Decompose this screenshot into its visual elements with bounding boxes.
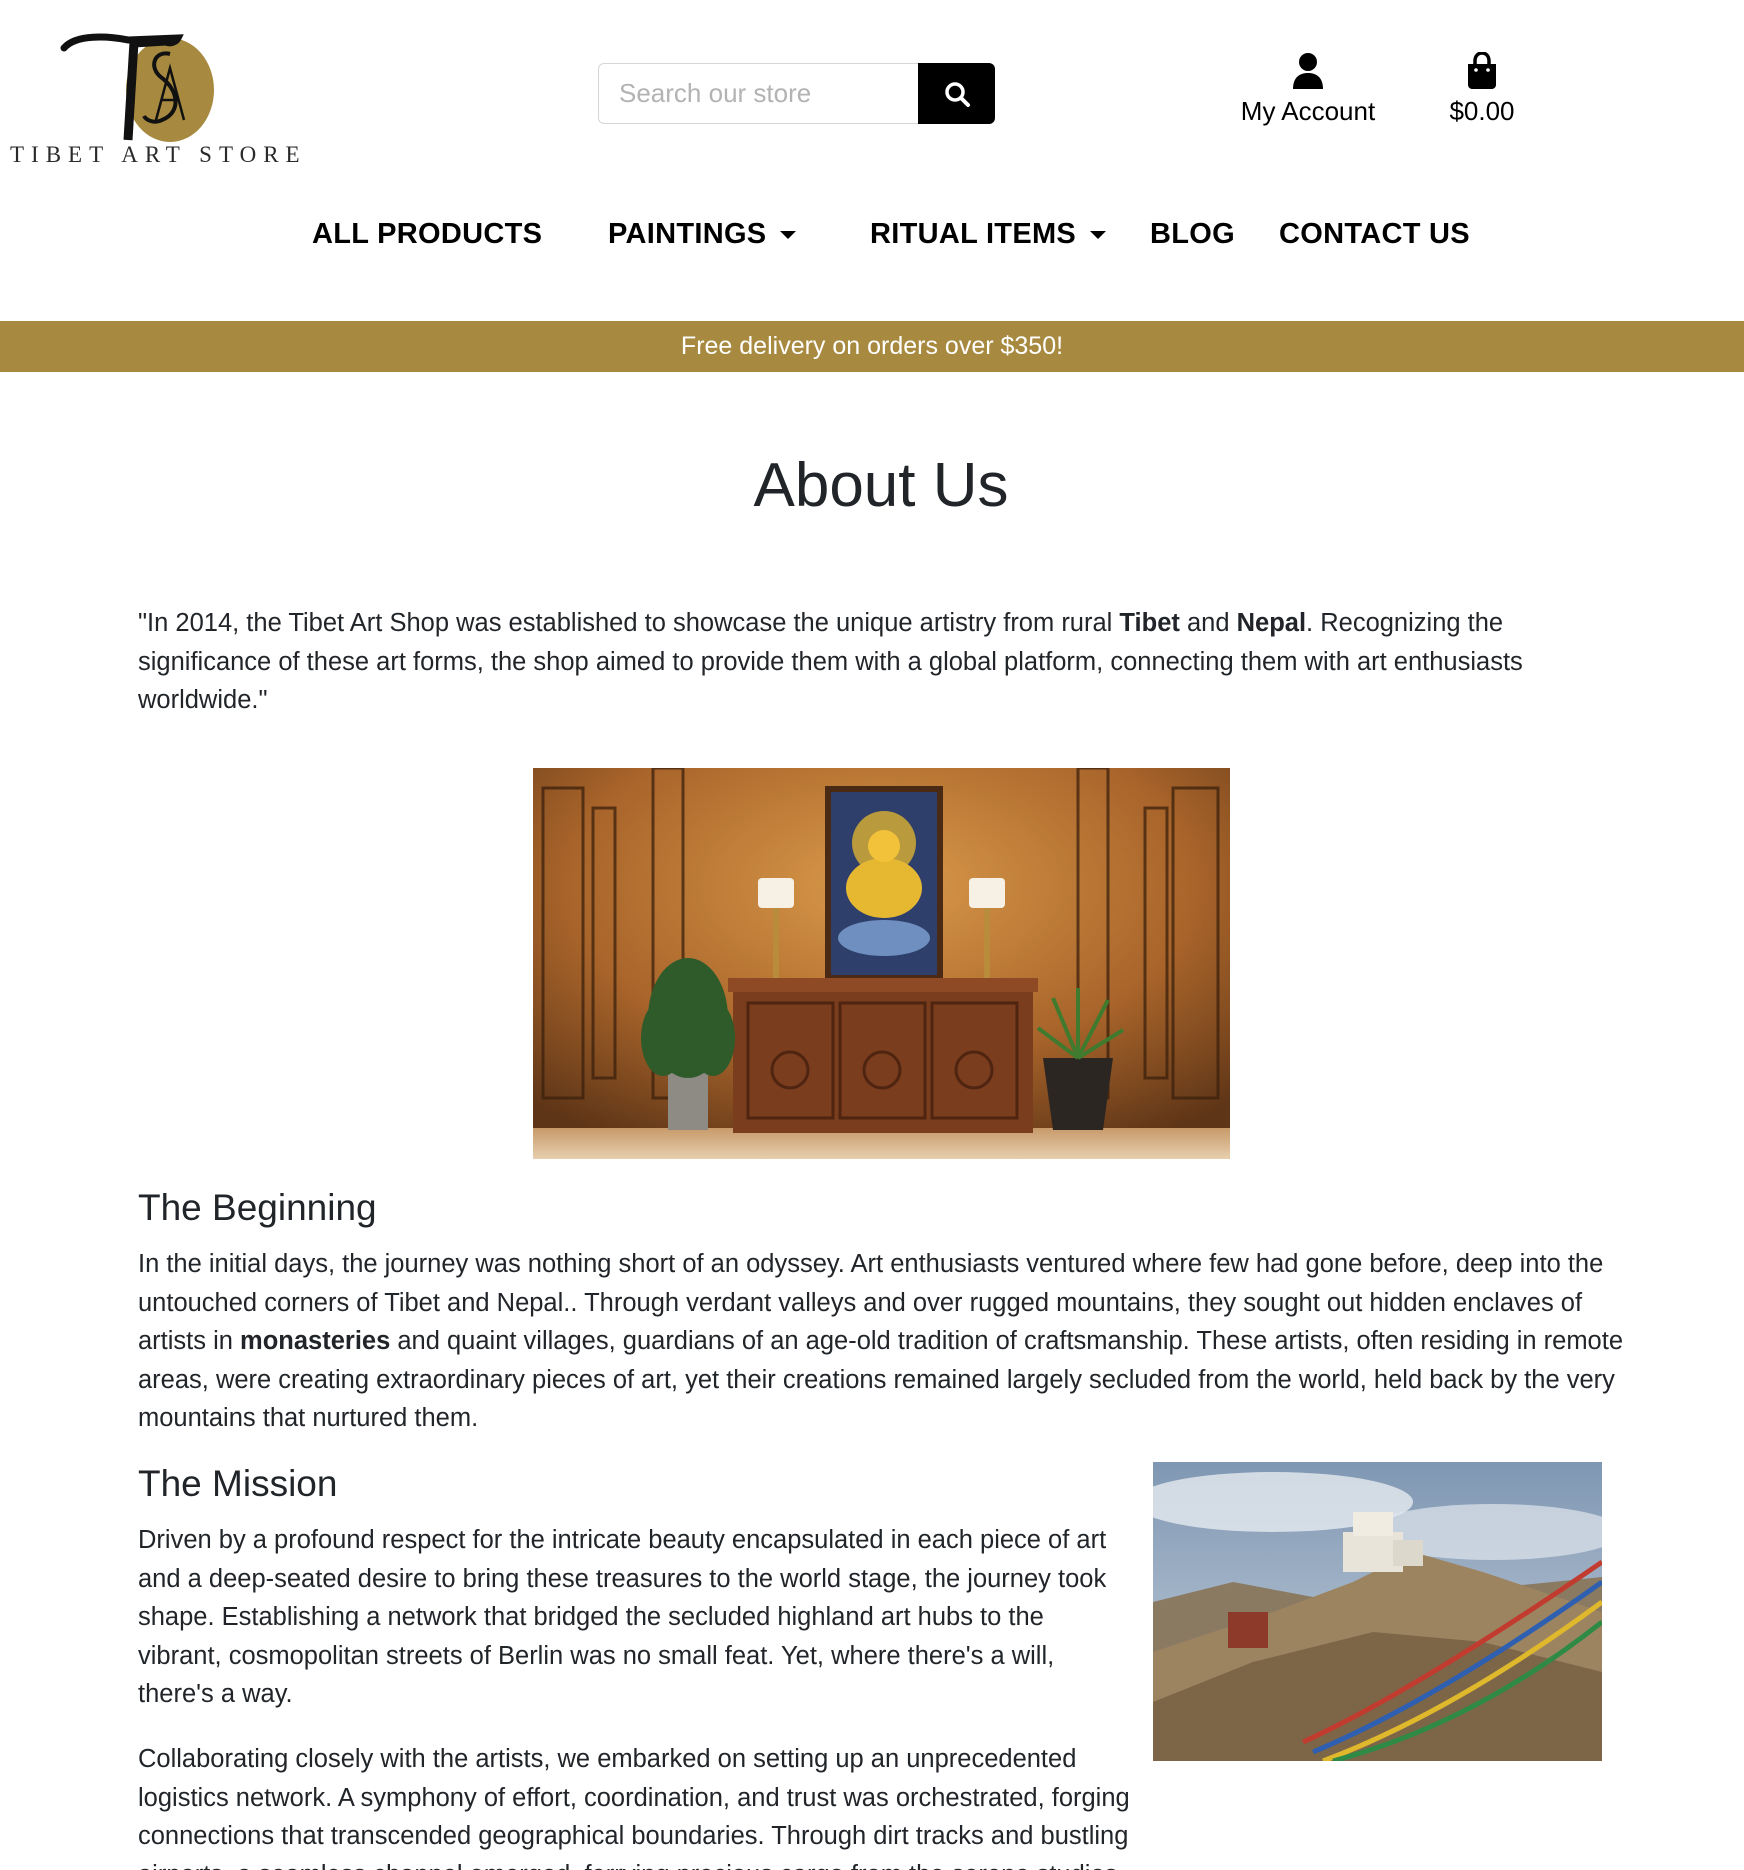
beginning-paragraph: In the initial days, the journey was not…: [138, 1245, 1628, 1438]
banner-text: Free delivery on orders over $350!: [680, 332, 1064, 360]
heading-the-beginning: The Beginning: [138, 1187, 377, 1228]
intro-paragraph: "In 2014, the Tibet Art Shop was establi…: [138, 604, 1628, 720]
search-icon: [944, 81, 970, 107]
nav-label: RITUAL ITEMS: [870, 218, 1077, 250]
caret-down-icon: [1090, 230, 1107, 239]
nav-label: PAINTINGS: [608, 218, 767, 250]
hero-image-thangka-room: [533, 768, 1230, 1159]
page-title: About Us: [753, 451, 1009, 520]
main-nav: ALL PRODUCTS PAINTINGS RITUAL ITEMS BLOG…: [0, 218, 1744, 268]
mission-image-monastery: [1153, 1462, 1602, 1761]
nav-label: BLOG: [1150, 218, 1235, 250]
cart-total: $0.00: [1449, 96, 1515, 126]
nav-all-products[interactable]: ALL PRODUCTS: [312, 218, 542, 251]
free-delivery-banner: Free delivery on orders over $350!: [0, 321, 1744, 372]
intro-bold-nepal: Nepal: [1236, 609, 1307, 637]
nav-label: ALL PRODUCTS: [312, 218, 543, 250]
intro-text: and: [1179, 609, 1237, 637]
beginning-bold-monasteries: monasteries: [240, 1327, 391, 1355]
nav-label: CONTACT US: [1279, 218, 1470, 250]
user-icon: [1293, 53, 1323, 89]
site-header: TIBET ART STORE My Account $0.00: [0, 0, 1744, 190]
logo-monogram-icon: [60, 33, 214, 142]
cart-link[interactable]: $0.00: [1430, 52, 1534, 127]
my-account-label: My Account: [1240, 96, 1376, 126]
logo-wordmark: TIBET ART STORE: [10, 142, 307, 167]
mission-paragraph-2: Collaborating closely with the artists, …: [138, 1745, 1130, 1870]
my-account-link[interactable]: My Account: [1225, 52, 1391, 127]
intro-bold-tibet: Tibet: [1119, 609, 1180, 637]
store-logo[interactable]: TIBET ART STORE: [10, 22, 300, 172]
nav-paintings[interactable]: PAINTINGS: [608, 218, 797, 251]
nav-blog[interactable]: BLOG: [1150, 218, 1235, 251]
nav-ritual-items[interactable]: RITUAL ITEMS: [870, 218, 1107, 251]
mission-paragraph-1: Driven by a profound respect for the int…: [138, 1526, 1107, 1708]
caret-down-icon: [780, 230, 797, 239]
search-input[interactable]: [598, 63, 918, 124]
shopping-bag-icon: [1468, 52, 1496, 89]
search-button[interactable]: [918, 63, 995, 124]
search-bar: [598, 63, 995, 124]
heading-the-mission: The Mission: [138, 1463, 338, 1504]
nav-contact-us[interactable]: CONTACT US: [1279, 218, 1470, 251]
intro-text: "In 2014, the Tibet Art Shop was establi…: [138, 609, 1120, 637]
